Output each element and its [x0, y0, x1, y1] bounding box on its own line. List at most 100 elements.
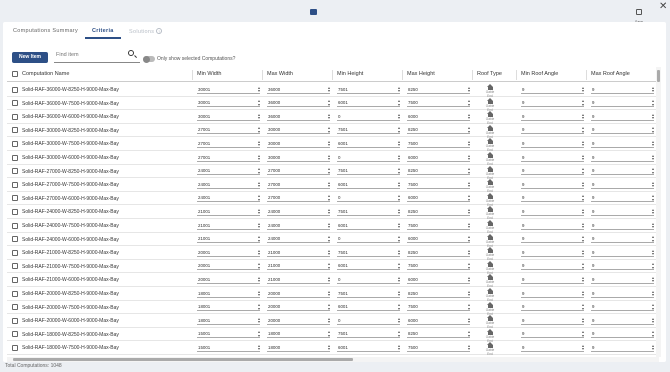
tab-computations-summary[interactable]: Computations Summary — [13, 28, 78, 34]
stepper-icon[interactable]: ▴ ▾ — [328, 99, 330, 106]
max-width-input[interactable]: 30000 ▴ ▾ — [267, 140, 330, 148]
stepper-icon[interactable]: ▴ ▾ — [652, 303, 654, 310]
stepper-icon[interactable]: ▴ ▾ — [328, 316, 330, 324]
stepper-icon[interactable]: ▴ ▾ — [398, 235, 400, 242]
min-roof-angle-input[interactable]: 9 ▴ ▾ — [521, 153, 584, 162]
stepper-icon[interactable]: ▴ ▾ — [468, 180, 470, 188]
row-checkbox[interactable] — [12, 317, 18, 324]
stepper-icon[interactable]: ▴ ▾ — [468, 303, 470, 310]
col-max-roof-angle[interactable]: Max Roof Angle — [591, 71, 630, 77]
stepper-icon[interactable]: ▴ ▾ — [652, 262, 654, 269]
stepper-icon[interactable]: ▴ ▾ — [652, 221, 654, 229]
table-row[interactable]: Solid-RAF-36000-W-7500-H-9000-Max-Bay 300… — [7, 97, 659, 112]
stepper-icon[interactable]: ▴ ▾ — [468, 208, 470, 215]
stepper-icon[interactable]: ▴ ▾ — [328, 112, 330, 120]
max-roof-angle-input[interactable]: 9 ▴ ▾ — [591, 221, 654, 230]
min-width-input[interactable]: 21001 ▴ ▾ — [197, 221, 260, 230]
vertical-scroll-thumb[interactable] — [657, 70, 660, 82]
row-checkbox[interactable] — [12, 168, 18, 175]
min-width-input[interactable]: 27001 ▴ ▾ — [197, 140, 260, 148]
stepper-icon[interactable]: ▴ ▾ — [328, 235, 330, 242]
stepper-icon[interactable]: ▴ ▾ — [398, 194, 400, 201]
stepper-icon[interactable]: ▴ ▾ — [328, 85, 330, 93]
stepper-icon[interactable]: ▴ ▾ — [398, 344, 400, 351]
max-height-input[interactable]: 7500 ▴ ▾ — [407, 303, 470, 312]
col-max-width[interactable]: Max Width — [267, 71, 293, 77]
max-width-input[interactable]: 27000 ▴ ▾ — [267, 194, 330, 203]
min-height-input[interactable]: 7501 ▴ ▾ — [337, 289, 400, 298]
max-roof-angle-input[interactable]: 9 ▴ ▾ — [591, 248, 654, 257]
max-height-input[interactable]: 8250 ▴ ▾ — [407, 167, 470, 176]
min-width-input[interactable]: 30001 ▴ ▾ — [197, 85, 260, 94]
min-roof-angle-input[interactable]: 9 ▴ ▾ — [521, 126, 584, 135]
table-row[interactable]: Solid-RAF-24000-W-7500-H-9000-Max-Bay 210… — [7, 219, 659, 234]
stepper-icon[interactable]: ▴ ▾ — [582, 303, 584, 310]
min-height-input[interactable]: 6001 ▴ ▾ — [337, 344, 400, 352]
min-height-input[interactable]: 0 ▴ ▾ — [337, 235, 400, 244]
stepper-icon[interactable]: ▴ ▾ — [398, 208, 400, 215]
selected-only-toggle[interactable] — [143, 55, 155, 63]
stepper-icon[interactable]: ▴ ▾ — [328, 303, 330, 310]
table-row[interactable]: Solid-RAF-20000-W-6000-H-9000-Max-Bay 180… — [7, 314, 659, 329]
stepper-icon[interactable]: ▴ ▾ — [582, 344, 584, 351]
max-roof-angle-input[interactable]: 9 ▴ ▾ — [591, 344, 654, 352]
min-roof-angle-input[interactable]: 9 ▴ ▾ — [521, 112, 584, 121]
stepper-icon[interactable]: ▴ ▾ — [468, 85, 470, 93]
table-row[interactable]: Solid-RAF-30000-W-6000-H-9000-Max-Bay 270… — [7, 151, 659, 166]
stepper-icon[interactable]: ▴ ▾ — [398, 330, 400, 337]
min-roof-angle-input[interactable]: 9 ▴ ▾ — [521, 140, 584, 148]
stepper-icon[interactable]: ▴ ▾ — [582, 330, 584, 337]
stepper-icon[interactable]: ▴ ▾ — [468, 276, 470, 283]
max-width-input[interactable]: 24000 ▴ ▾ — [267, 208, 330, 216]
min-roof-angle-input[interactable]: 9 ▴ ▾ — [521, 235, 584, 244]
row-checkbox[interactable] — [12, 304, 18, 311]
min-width-input[interactable]: 24001 ▴ ▾ — [197, 180, 260, 189]
stepper-icon[interactable]: ▴ ▾ — [328, 289, 330, 297]
tab-criteria[interactable]: Criteria — [92, 28, 114, 34]
stepper-icon[interactable]: ▴ ▾ — [468, 167, 470, 174]
table-row[interactable]: Solid-RAF-36000-W-8250-H-9000-Max-Bay 300… — [7, 83, 659, 98]
max-width-input[interactable]: 30000 ▴ ▾ — [267, 126, 330, 135]
max-width-input[interactable]: 21000 ▴ ▾ — [267, 276, 330, 284]
max-width-input[interactable]: 36000 ▴ ▾ — [267, 112, 330, 121]
max-roof-angle-input[interactable]: 9 ▴ ▾ — [591, 180, 654, 189]
max-roof-angle-input[interactable]: 9 ▴ ▾ — [591, 235, 654, 244]
max-roof-angle-input[interactable]: 9 ▴ ▾ — [591, 208, 654, 216]
stepper-icon[interactable]: ▴ ▾ — [328, 153, 330, 161]
min-width-input[interactable]: 15001 ▴ ▾ — [197, 330, 260, 339]
stepper-icon[interactable]: ▴ ▾ — [398, 112, 400, 120]
min-height-input[interactable]: 6001 ▴ ▾ — [337, 180, 400, 189]
stepper-icon[interactable]: ▴ ▾ — [582, 85, 584, 93]
max-width-input[interactable]: 20000 ▴ ▾ — [267, 316, 330, 325]
min-height-input[interactable]: 0 ▴ ▾ — [337, 194, 400, 203]
search-icon[interactable] — [128, 50, 134, 56]
stepper-icon[interactable]: ▴ ▾ — [258, 289, 260, 297]
max-roof-angle-input[interactable]: 9 ▴ ▾ — [591, 262, 654, 271]
stepper-icon[interactable]: ▴ ▾ — [258, 316, 260, 324]
stepper-icon[interactable]: ▴ ▾ — [328, 140, 330, 147]
min-roof-angle-input[interactable]: 9 ▴ ▾ — [521, 180, 584, 189]
table-row[interactable]: Solid-RAF-20000-W-8250-H-9000-Max-Bay 180… — [7, 287, 659, 302]
stepper-icon[interactable]: ▴ ▾ — [258, 344, 260, 351]
stepper-icon[interactable]: ▴ ▾ — [468, 194, 470, 201]
max-height-input[interactable]: 8250 ▴ ▾ — [407, 126, 470, 135]
stepper-icon[interactable]: ▴ ▾ — [652, 112, 654, 120]
max-width-input[interactable]: 27000 ▴ ▾ — [267, 167, 330, 176]
min-roof-angle-input[interactable]: 9 ▴ ▾ — [521, 248, 584, 257]
stepper-icon[interactable]: ▴ ▾ — [582, 99, 584, 106]
stepper-icon[interactable]: ▴ ▾ — [258, 276, 260, 283]
stepper-icon[interactable]: ▴ ▾ — [398, 180, 400, 188]
stepper-icon[interactable]: ▴ ▾ — [468, 99, 470, 106]
stepper-icon[interactable]: ▴ ▾ — [258, 248, 260, 256]
min-roof-angle-input[interactable]: 9 ▴ ▾ — [521, 262, 584, 271]
search-input[interactable] — [56, 50, 122, 60]
stepper-icon[interactable]: ▴ ▾ — [328, 262, 330, 269]
stepper-icon[interactable]: ▴ ▾ — [258, 112, 260, 120]
row-checkbox[interactable] — [12, 86, 18, 93]
col-max-height[interactable]: Max Height — [407, 71, 435, 77]
stepper-icon[interactable]: ▴ ▾ — [468, 153, 470, 161]
min-roof-angle-input[interactable]: 9 ▴ ▾ — [521, 194, 584, 203]
stepper-icon[interactable]: ▴ ▾ — [398, 167, 400, 174]
row-checkbox[interactable] — [12, 249, 18, 256]
stepper-icon[interactable]: ▴ ▾ — [582, 140, 584, 147]
